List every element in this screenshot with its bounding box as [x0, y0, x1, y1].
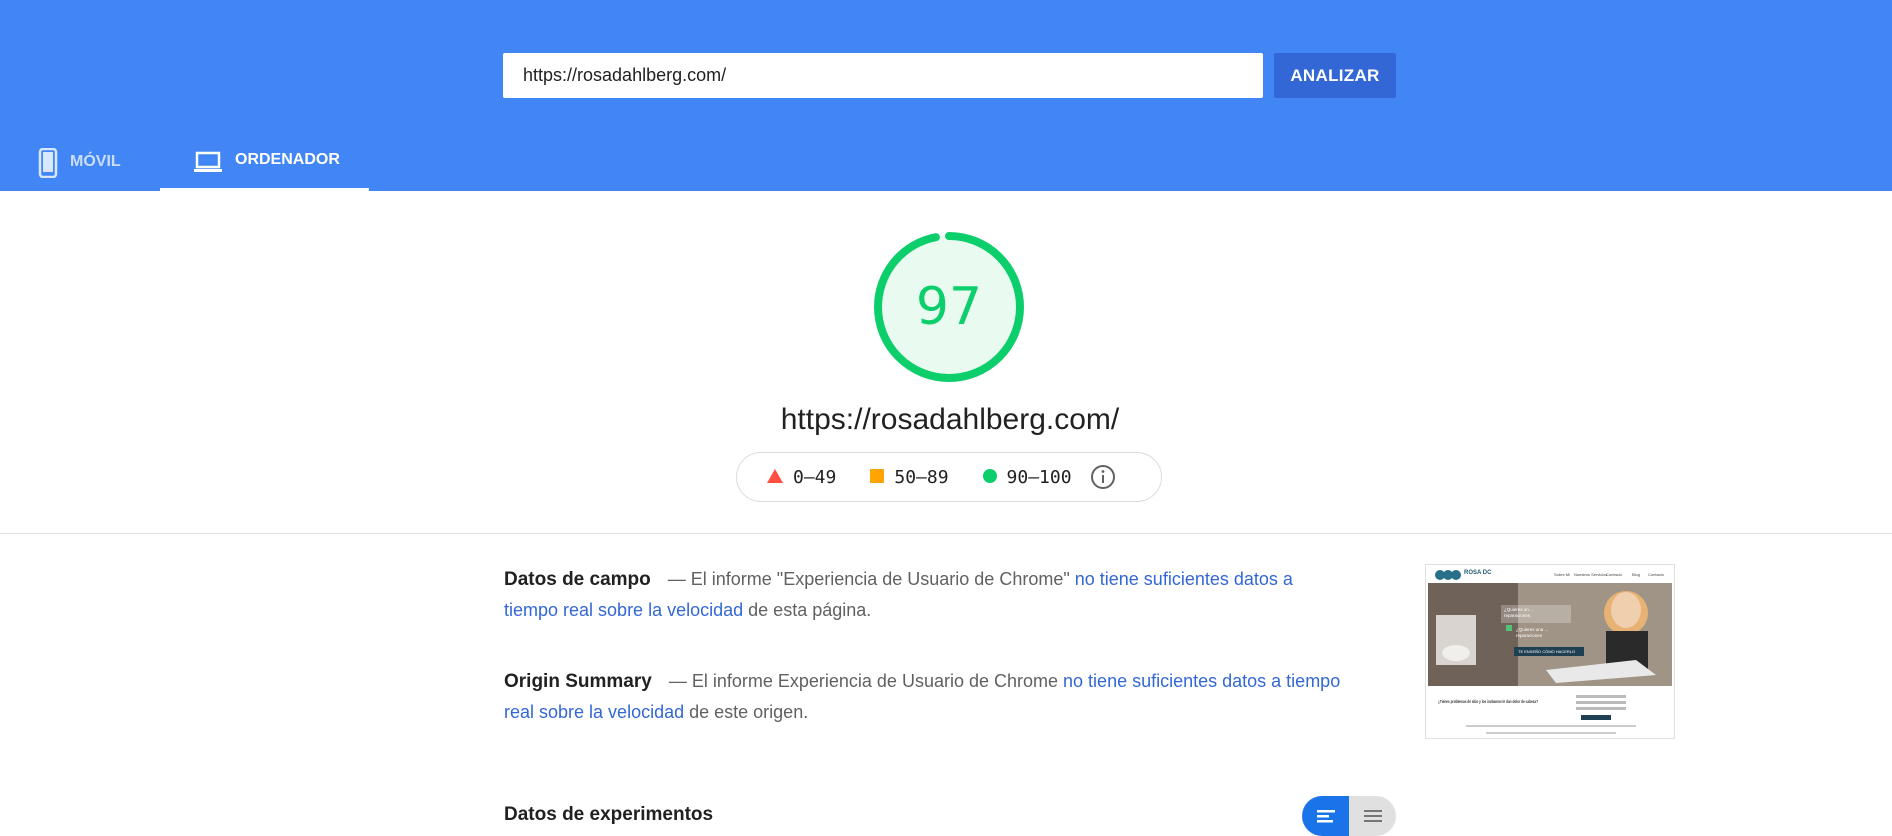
origin-summary-suffix: de este origen.	[689, 702, 809, 722]
url-input[interactable]	[503, 53, 1263, 98]
tab-desktop-label: ORDENADOR	[235, 151, 340, 168]
square-icon	[870, 467, 885, 488]
origin-summary-prefix: — El informe Experiencia de Usuario de C…	[668, 671, 1059, 691]
score-legend: 0–49 50–89 90–100	[736, 452, 1162, 502]
smartphone-icon	[38, 147, 58, 183]
legend-pass-range: 90–100	[1006, 466, 1072, 488]
analyze-button[interactable]: ANALIZAR	[1274, 53, 1396, 98]
page-screenshot-thumbnail: ROSA DC Sobre Mí Nuestros Servicios Cont…	[1425, 564, 1675, 739]
analyzed-url: https://rosadahlberg.com/	[780, 403, 1120, 436]
origin-summary-section: Origin Summary — El informe Experiencia …	[504, 666, 1344, 728]
thumb-nav-2: Nuestros Servicios	[1574, 572, 1607, 577]
field-data-title: Datos de campo	[504, 569, 651, 590]
performance-score: 97	[915, 277, 983, 337]
legend-average: 50–89	[870, 466, 949, 488]
field-data-section: Datos de campo — El informe "Experiencia…	[504, 564, 1344, 626]
bars-view-button[interactable]	[1302, 796, 1349, 836]
thumb-nav-1: Sobre Mí	[1554, 572, 1571, 577]
thumb-hero-line-2: reparaciones	[1504, 613, 1531, 618]
thumb-logo-text: ROSA DC	[1464, 570, 1492, 576]
view-toggle	[1302, 796, 1396, 836]
thumb-hero-button: TE ENSEÑO CÓMO HACERLO	[1518, 649, 1575, 654]
thumb-nav-4: Blog	[1632, 572, 1640, 577]
tab-mobile-label: MÓVIL	[70, 153, 121, 170]
legend-average-range: 50–89	[894, 466, 949, 488]
field-data-prefix: — El informe "Experiencia de Usuario de …	[667, 569, 1070, 589]
tab-mobile[interactable]: MÓVIL	[38, 132, 121, 191]
active-tab-indicator	[160, 188, 369, 191]
laptop-icon	[193, 150, 223, 179]
thumb-hero-line-1: ¿Quieres un ...	[1504, 607, 1534, 612]
experiments-title: Datos de experimentos	[504, 804, 714, 825]
list-view-button[interactable]	[1349, 796, 1396, 836]
origin-summary-title: Origin Summary	[504, 671, 652, 692]
thumb-body-heading: ¿Tienes problemas de sitio y los invitam…	[1438, 699, 1538, 704]
info-icon[interactable]	[1090, 464, 1116, 490]
section-divider	[0, 533, 1892, 534]
field-data-suffix: de esta página.	[748, 600, 872, 620]
triangle-icon	[767, 467, 783, 488]
thumb-nav-5: Contacto	[1648, 572, 1665, 577]
tab-desktop[interactable]: ORDENADOR	[193, 132, 340, 191]
thumb-hero-line-3: ¿Quieres una ...	[1516, 627, 1548, 632]
thumb-hero-line-4: reparaciones	[1516, 633, 1543, 638]
top-header: ANALIZAR MÓVIL ORDENADOR	[0, 0, 1892, 191]
legend-fail: 0–49	[767, 467, 836, 488]
legend-fail-range: 0–49	[793, 466, 837, 488]
circle-icon	[982, 467, 997, 488]
legend-pass: 90–100	[982, 466, 1072, 488]
thumb-nav-3: Contacto	[1606, 572, 1623, 577]
